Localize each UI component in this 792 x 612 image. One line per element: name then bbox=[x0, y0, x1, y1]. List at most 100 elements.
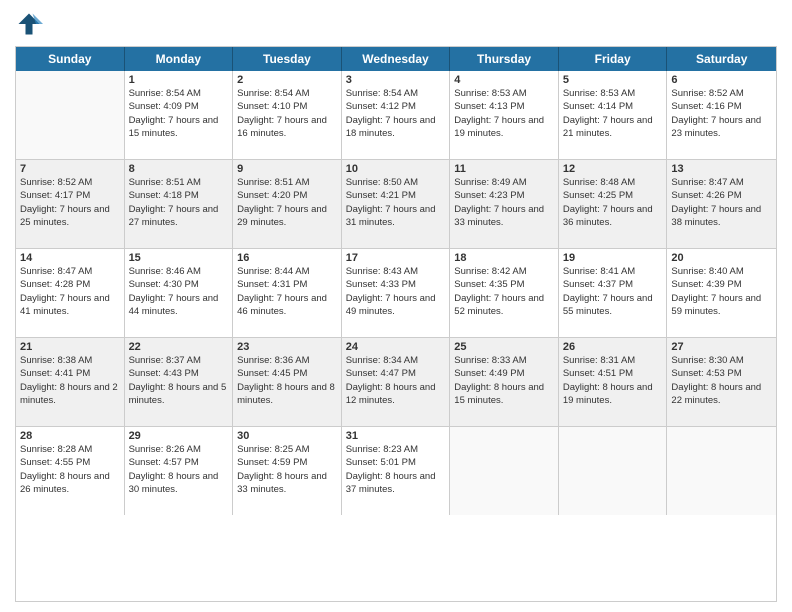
calendar-cell: 16Sunrise: 8:44 AMSunset: 4:31 PMDayligh… bbox=[233, 249, 342, 337]
calendar: SundayMondayTuesdayWednesdayThursdayFrid… bbox=[15, 46, 777, 602]
day-header-thursday: Thursday bbox=[450, 47, 559, 71]
day-info: Sunrise: 8:47 AMSunset: 4:28 PMDaylight:… bbox=[20, 265, 120, 318]
day-info: Sunrise: 8:53 AMSunset: 4:14 PMDaylight:… bbox=[563, 87, 663, 140]
day-info: Sunrise: 8:40 AMSunset: 4:39 PMDaylight:… bbox=[671, 265, 772, 318]
logo bbox=[15, 10, 47, 38]
calendar-cell: 15Sunrise: 8:46 AMSunset: 4:30 PMDayligh… bbox=[125, 249, 234, 337]
day-info: Sunrise: 8:54 AMSunset: 4:09 PMDaylight:… bbox=[129, 87, 229, 140]
day-number: 31 bbox=[346, 430, 446, 442]
day-number: 27 bbox=[671, 341, 772, 353]
day-number: 4 bbox=[454, 74, 554, 86]
day-number: 25 bbox=[454, 341, 554, 353]
calendar-week-4: 21Sunrise: 8:38 AMSunset: 4:41 PMDayligh… bbox=[16, 338, 776, 427]
calendar-cell: 1Sunrise: 8:54 AMSunset: 4:09 PMDaylight… bbox=[125, 71, 234, 159]
day-number: 12 bbox=[563, 163, 663, 175]
day-info: Sunrise: 8:49 AMSunset: 4:23 PMDaylight:… bbox=[454, 176, 554, 229]
day-info: Sunrise: 8:44 AMSunset: 4:31 PMDaylight:… bbox=[237, 265, 337, 318]
calendar-cell: 7Sunrise: 8:52 AMSunset: 4:17 PMDaylight… bbox=[16, 160, 125, 248]
calendar-cell: 2Sunrise: 8:54 AMSunset: 4:10 PMDaylight… bbox=[233, 71, 342, 159]
day-number: 22 bbox=[129, 341, 229, 353]
day-number: 14 bbox=[20, 252, 120, 264]
day-number: 15 bbox=[129, 252, 229, 264]
calendar-cell: 5Sunrise: 8:53 AMSunset: 4:14 PMDaylight… bbox=[559, 71, 668, 159]
day-info: Sunrise: 8:50 AMSunset: 4:21 PMDaylight:… bbox=[346, 176, 446, 229]
calendar-body: 1Sunrise: 8:54 AMSunset: 4:09 PMDaylight… bbox=[16, 71, 776, 515]
day-number: 26 bbox=[563, 341, 663, 353]
day-number: 29 bbox=[129, 430, 229, 442]
calendar-cell: 29Sunrise: 8:26 AMSunset: 4:57 PMDayligh… bbox=[125, 427, 234, 515]
day-info: Sunrise: 8:31 AMSunset: 4:51 PMDaylight:… bbox=[563, 354, 663, 407]
header bbox=[15, 10, 777, 38]
day-info: Sunrise: 8:43 AMSunset: 4:33 PMDaylight:… bbox=[346, 265, 446, 318]
calendar-cell: 30Sunrise: 8:25 AMSunset: 4:59 PMDayligh… bbox=[233, 427, 342, 515]
day-info: Sunrise: 8:23 AMSunset: 5:01 PMDaylight:… bbox=[346, 443, 446, 496]
calendar-cell: 19Sunrise: 8:41 AMSunset: 4:37 PMDayligh… bbox=[559, 249, 668, 337]
day-info: Sunrise: 8:48 AMSunset: 4:25 PMDaylight:… bbox=[563, 176, 663, 229]
calendar-cell bbox=[559, 427, 668, 515]
day-info: Sunrise: 8:51 AMSunset: 4:20 PMDaylight:… bbox=[237, 176, 337, 229]
calendar-cell: 13Sunrise: 8:47 AMSunset: 4:26 PMDayligh… bbox=[667, 160, 776, 248]
day-info: Sunrise: 8:51 AMSunset: 4:18 PMDaylight:… bbox=[129, 176, 229, 229]
day-number: 1 bbox=[129, 74, 229, 86]
calendar-header: SundayMondayTuesdayWednesdayThursdayFrid… bbox=[16, 47, 776, 71]
calendar-cell bbox=[16, 71, 125, 159]
day-header-saturday: Saturday bbox=[667, 47, 776, 71]
calendar-cell: 27Sunrise: 8:30 AMSunset: 4:53 PMDayligh… bbox=[667, 338, 776, 426]
day-number: 8 bbox=[129, 163, 229, 175]
day-info: Sunrise: 8:34 AMSunset: 4:47 PMDaylight:… bbox=[346, 354, 446, 407]
day-number: 11 bbox=[454, 163, 554, 175]
day-info: Sunrise: 8:36 AMSunset: 4:45 PMDaylight:… bbox=[237, 354, 337, 407]
calendar-cell: 8Sunrise: 8:51 AMSunset: 4:18 PMDaylight… bbox=[125, 160, 234, 248]
day-info: Sunrise: 8:26 AMSunset: 4:57 PMDaylight:… bbox=[129, 443, 229, 496]
day-number: 20 bbox=[671, 252, 772, 264]
calendar-cell: 23Sunrise: 8:36 AMSunset: 4:45 PMDayligh… bbox=[233, 338, 342, 426]
calendar-cell: 26Sunrise: 8:31 AMSunset: 4:51 PMDayligh… bbox=[559, 338, 668, 426]
day-header-wednesday: Wednesday bbox=[342, 47, 451, 71]
calendar-cell: 12Sunrise: 8:48 AMSunset: 4:25 PMDayligh… bbox=[559, 160, 668, 248]
day-number: 30 bbox=[237, 430, 337, 442]
day-number: 17 bbox=[346, 252, 446, 264]
day-info: Sunrise: 8:52 AMSunset: 4:17 PMDaylight:… bbox=[20, 176, 120, 229]
calendar-week-5: 28Sunrise: 8:28 AMSunset: 4:55 PMDayligh… bbox=[16, 427, 776, 515]
day-info: Sunrise: 8:54 AMSunset: 4:10 PMDaylight:… bbox=[237, 87, 337, 140]
calendar-cell: 10Sunrise: 8:50 AMSunset: 4:21 PMDayligh… bbox=[342, 160, 451, 248]
day-header-friday: Friday bbox=[559, 47, 668, 71]
day-number: 3 bbox=[346, 74, 446, 86]
logo-icon bbox=[15, 10, 43, 38]
day-number: 18 bbox=[454, 252, 554, 264]
calendar-cell: 4Sunrise: 8:53 AMSunset: 4:13 PMDaylight… bbox=[450, 71, 559, 159]
calendar-cell: 28Sunrise: 8:28 AMSunset: 4:55 PMDayligh… bbox=[16, 427, 125, 515]
calendar-cell: 24Sunrise: 8:34 AMSunset: 4:47 PMDayligh… bbox=[342, 338, 451, 426]
calendar-cell bbox=[667, 427, 776, 515]
calendar-cell: 14Sunrise: 8:47 AMSunset: 4:28 PMDayligh… bbox=[16, 249, 125, 337]
day-info: Sunrise: 8:53 AMSunset: 4:13 PMDaylight:… bbox=[454, 87, 554, 140]
calendar-cell bbox=[450, 427, 559, 515]
day-header-tuesday: Tuesday bbox=[233, 47, 342, 71]
day-number: 19 bbox=[563, 252, 663, 264]
day-info: Sunrise: 8:54 AMSunset: 4:12 PMDaylight:… bbox=[346, 87, 446, 140]
calendar-cell: 25Sunrise: 8:33 AMSunset: 4:49 PMDayligh… bbox=[450, 338, 559, 426]
day-number: 5 bbox=[563, 74, 663, 86]
day-header-sunday: Sunday bbox=[16, 47, 125, 71]
day-info: Sunrise: 8:28 AMSunset: 4:55 PMDaylight:… bbox=[20, 443, 120, 496]
day-info: Sunrise: 8:41 AMSunset: 4:37 PMDaylight:… bbox=[563, 265, 663, 318]
calendar-week-3: 14Sunrise: 8:47 AMSunset: 4:28 PMDayligh… bbox=[16, 249, 776, 338]
calendar-cell: 31Sunrise: 8:23 AMSunset: 5:01 PMDayligh… bbox=[342, 427, 451, 515]
calendar-cell: 20Sunrise: 8:40 AMSunset: 4:39 PMDayligh… bbox=[667, 249, 776, 337]
day-number: 9 bbox=[237, 163, 337, 175]
calendar-cell: 9Sunrise: 8:51 AMSunset: 4:20 PMDaylight… bbox=[233, 160, 342, 248]
page: SundayMondayTuesdayWednesdayThursdayFrid… bbox=[0, 0, 792, 612]
day-info: Sunrise: 8:52 AMSunset: 4:16 PMDaylight:… bbox=[671, 87, 772, 140]
day-number: 28 bbox=[20, 430, 120, 442]
day-header-monday: Monday bbox=[125, 47, 234, 71]
day-info: Sunrise: 8:37 AMSunset: 4:43 PMDaylight:… bbox=[129, 354, 229, 407]
day-info: Sunrise: 8:47 AMSunset: 4:26 PMDaylight:… bbox=[671, 176, 772, 229]
day-number: 23 bbox=[237, 341, 337, 353]
calendar-cell: 18Sunrise: 8:42 AMSunset: 4:35 PMDayligh… bbox=[450, 249, 559, 337]
day-number: 24 bbox=[346, 341, 446, 353]
calendar-cell: 21Sunrise: 8:38 AMSunset: 4:41 PMDayligh… bbox=[16, 338, 125, 426]
calendar-week-1: 1Sunrise: 8:54 AMSunset: 4:09 PMDaylight… bbox=[16, 71, 776, 160]
day-info: Sunrise: 8:42 AMSunset: 4:35 PMDaylight:… bbox=[454, 265, 554, 318]
day-number: 2 bbox=[237, 74, 337, 86]
day-number: 13 bbox=[671, 163, 772, 175]
